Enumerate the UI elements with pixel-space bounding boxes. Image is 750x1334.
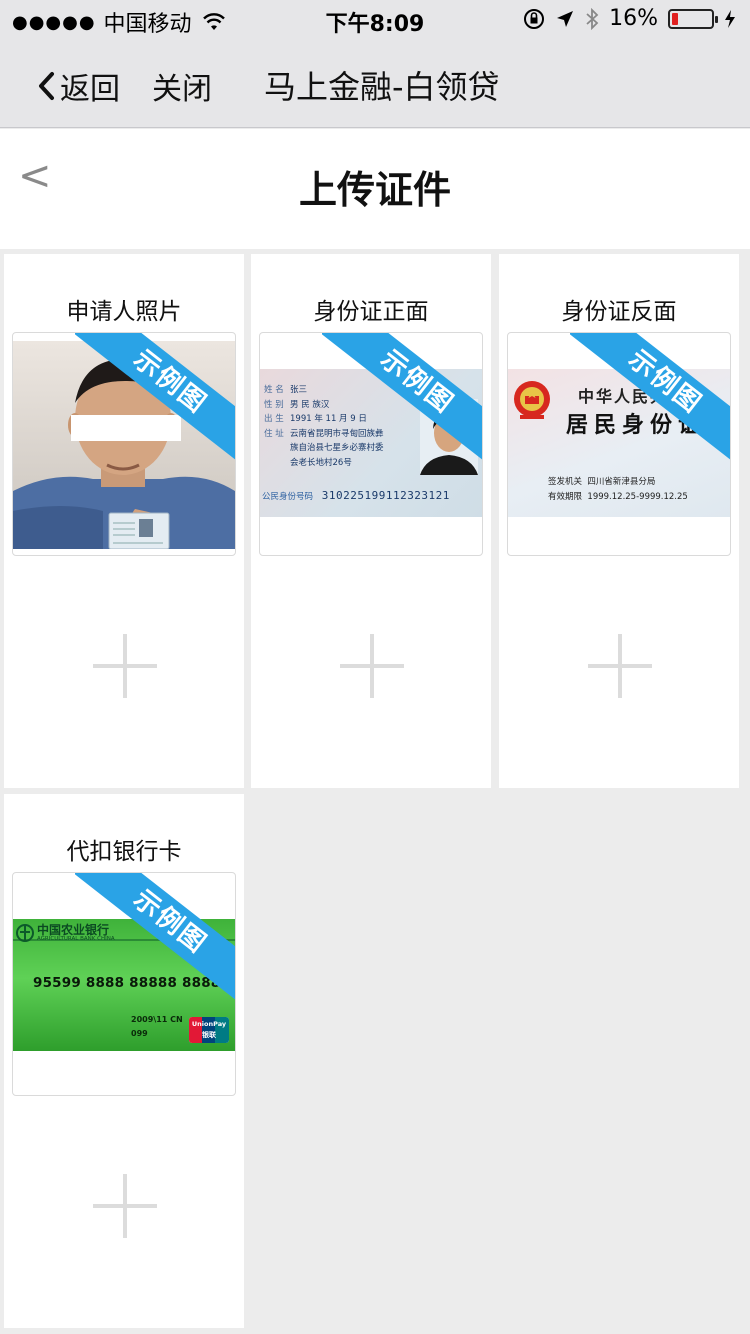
sample-ribbon: 示例图 (570, 333, 730, 470)
sample-image: 中华人民共和 居民身份证 签发机关 四川省新津县分局 有效期限 1999.12.… (507, 332, 731, 556)
add-bank-card-button[interactable] (93, 1174, 157, 1238)
ribbon-wrap: 示例图 (75, 333, 235, 493)
upload-card-bank-card: 代扣银行卡 中国农业银行 AGRICULTURAL BANK CHINA 955… (4, 794, 244, 1328)
nav-back-button[interactable]: 返回 (36, 64, 120, 108)
add-photo-button[interactable] (93, 634, 157, 698)
sample-ribbon: 示例图 (75, 333, 235, 470)
charging-bolt-icon (725, 9, 735, 28)
sample-image: 示例图 (12, 332, 236, 556)
ribbon-wrap: 示例图 (75, 873, 235, 1033)
sample-ribbon: 示例图 (322, 333, 482, 470)
ribbon-wrap: 示例图 (322, 333, 482, 493)
sample-image: 姓 名张三 性 别男 民 族汉 出 生 1991 年 11 月 9 日 住 址云南… (259, 332, 483, 556)
upload-card-applicant-photo: 申请人照片 示例图 (4, 254, 244, 788)
upload-card-id-front: 身份证正面 姓 名张三 性 别男 民 族汉 出 生 1991 年 11 月 9 日… (251, 254, 491, 788)
location-arrow-icon (557, 10, 574, 27)
orientation-lock-icon (524, 8, 545, 29)
nav-title: 马上金融-白领贷 (264, 68, 500, 106)
battery-icon (668, 8, 718, 29)
sample-image: 中国农业银行 AGRICULTURAL BANK CHINA 95599 888… (12, 872, 236, 1096)
card-label: 代扣银行卡 (66, 839, 182, 865)
card-label: 身份证反面 (561, 299, 677, 325)
status-right: 16% (523, 6, 736, 31)
ribbon-wrap: 示例图 (570, 333, 730, 493)
card-label: 申请人照片 (66, 299, 182, 325)
add-id-back-button[interactable] (588, 634, 652, 698)
nav-bar: 返回 关闭 马上金融-白领贷 (0, 40, 750, 128)
battery-fill (672, 12, 679, 25)
status-bar: ●●●●● 中国移动 下午8:09 16% (0, 0, 750, 40)
add-id-front-button[interactable] (340, 634, 404, 698)
chevron-left-icon (39, 72, 54, 100)
bluetooth-icon (586, 7, 599, 30)
national-emblem-icon (514, 381, 550, 419)
nav-close-button[interactable]: 关闭 (152, 64, 212, 108)
battery-percent: 16% (609, 6, 658, 31)
card-label: 身份证正面 (313, 299, 429, 325)
page-header: < 上传证件 (0, 129, 750, 249)
nav-back-label: 返回 (60, 72, 120, 107)
upload-card-id-back: 身份证反面 中华人民共和 居民身份证 签发机关 四川省新津县分局 有效期限 19… (499, 254, 739, 788)
sample-ribbon: 示例图 (75, 873, 235, 1010)
page-title: 上传证件 (298, 168, 451, 212)
